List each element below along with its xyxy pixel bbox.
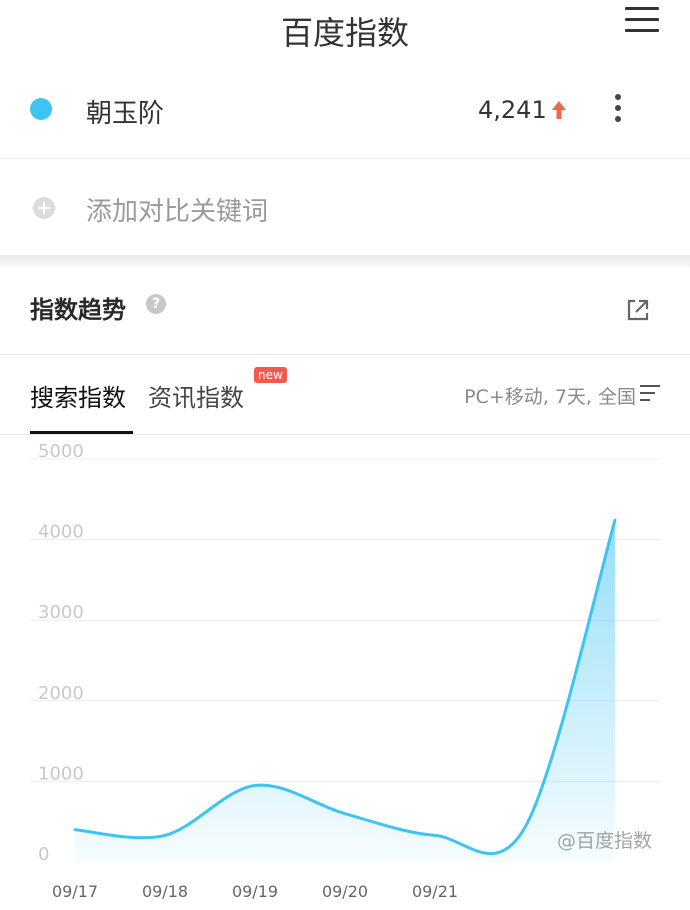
new-badge: new [254, 367, 287, 383]
data-point [344, 812, 347, 815]
watermark: @百度指数 [557, 830, 652, 852]
y-tick-label: 0 [38, 844, 49, 865]
y-tick-label: 1000 [38, 763, 84, 784]
help-icon[interactable]: ? [146, 294, 166, 314]
x-tick-label: 09/21 [412, 882, 458, 901]
more-options-icon[interactable] [612, 94, 624, 124]
trend-up-arrow-icon [552, 101, 566, 119]
data-point [434, 834, 437, 837]
section-title: 指数趋势 [30, 296, 126, 324]
series-line [73, 518, 617, 855]
app-header: 百度指数 [0, 0, 690, 65]
page-title: 百度指数 [280, 14, 409, 52]
section-gap [0, 255, 690, 267]
y-tick-label: 3000 [38, 602, 84, 623]
data-point [164, 834, 167, 837]
keyword-name: 朝玉阶 [86, 99, 165, 129]
tab-search-index[interactable]: 搜索指数 [30, 378, 126, 413]
divider [0, 354, 690, 355]
filter-icon[interactable] [640, 384, 662, 404]
data-point [524, 826, 527, 829]
data-point [614, 519, 617, 522]
share-external-icon[interactable] [624, 296, 652, 324]
add-compare-label[interactable]: 添加对比关键词 [86, 191, 268, 228]
y-tick-label: 5000 [38, 441, 84, 462]
data-point [74, 828, 77, 831]
add-plus-icon[interactable] [33, 197, 55, 219]
keyword-color-dot [30, 98, 52, 120]
search-index-chart: 0 1000 2000 3000 4000 5000 09/17 09/18 09/19 09/2… [30, 441, 660, 901]
x-tick-label: 09/18 [142, 882, 188, 901]
data-point [254, 784, 257, 787]
y-tick-label: 2000 [38, 683, 84, 704]
keyword-index-value: 4,241 [478, 96, 547, 124]
hamburger-menu-icon[interactable] [625, 7, 659, 33]
y-tick-label: 4000 [38, 522, 84, 543]
filter-summary[interactable]: PC+移动, 7天, 全国 [464, 382, 636, 409]
x-tick-label: 09/20 [322, 882, 368, 901]
x-tick-label: 09/19 [232, 882, 278, 901]
tab-news-index[interactable]: 资讯指数 [148, 378, 244, 413]
x-tick-label: 09/17 [52, 882, 98, 901]
